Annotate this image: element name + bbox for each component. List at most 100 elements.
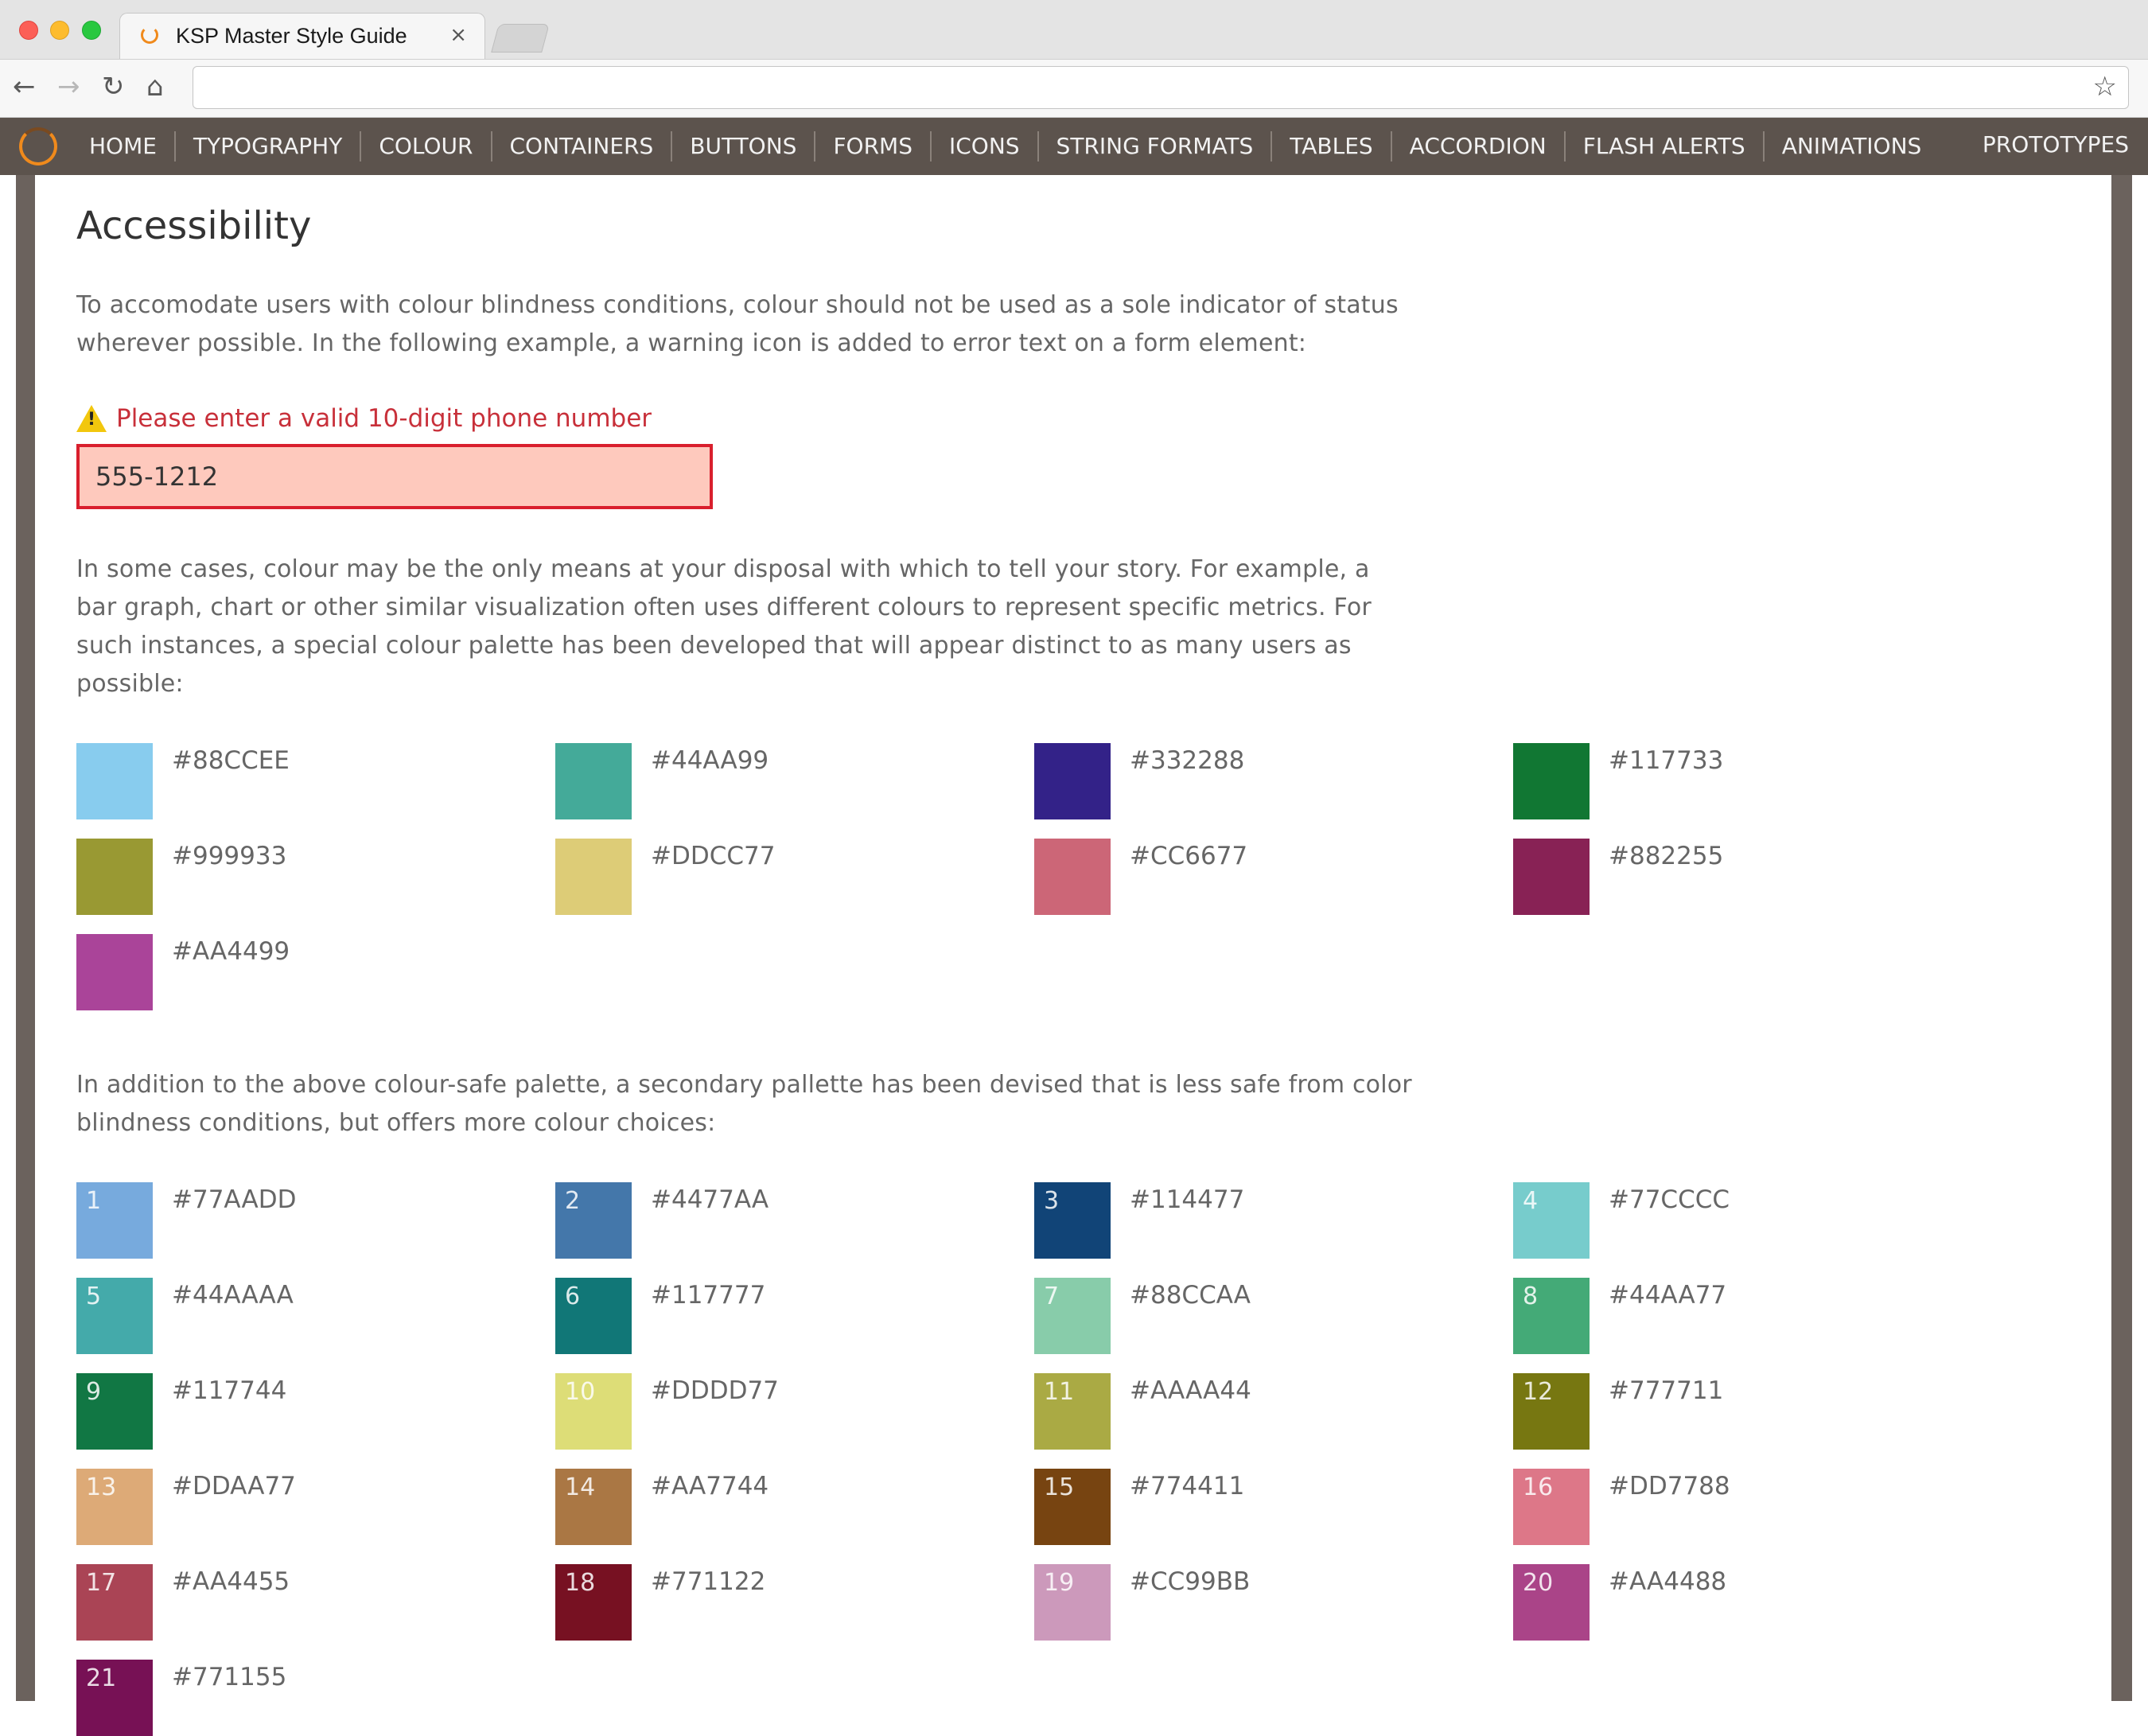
swatch-hex-label: #117777: [651, 1281, 766, 1310]
browser-tab-active[interactable]: KSP Master Style Guide ×: [119, 13, 485, 59]
swatch-number: 6: [565, 1283, 581, 1310]
nav-item-string-formats[interactable]: STRING FORMATS: [1039, 131, 1273, 162]
colour-swatch: #332288: [1034, 743, 1513, 819]
colour-swatch: #DDCC77: [555, 839, 1034, 915]
nav-item-home[interactable]: HOME: [72, 131, 176, 162]
home-icon[interactable]: ⌂: [146, 69, 164, 104]
colour-swatch: 9 #117744: [76, 1373, 555, 1450]
phone-number-input[interactable]: [76, 444, 713, 509]
swatch-number: 13: [86, 1473, 117, 1501]
swatch-hex-label: #77AADD: [172, 1185, 297, 1214]
colour-chip: 11: [1034, 1373, 1111, 1450]
reload-icon[interactable]: ↻: [102, 69, 125, 104]
nav-item-flash-alerts[interactable]: FLASH ALERTS: [1566, 131, 1765, 162]
colour-swatch: 10 #DDDD77: [555, 1373, 1034, 1450]
colour-swatch: #882255: [1513, 839, 1992, 915]
tab-title: KSP Master Style Guide: [176, 24, 407, 48]
nav-item-accordion[interactable]: ACCORDION: [1392, 131, 1566, 162]
swatch-hex-label: #771122: [651, 1567, 766, 1596]
swatch-number: 16: [1523, 1473, 1554, 1501]
colour-chip: [1513, 839, 1590, 915]
colour-swatch: 16 #DD7788: [1513, 1469, 1992, 1545]
swatch-hex-label: #999933: [172, 842, 287, 870]
colour-chip: 10: [555, 1373, 632, 1450]
colour-swatch: #117733: [1513, 743, 1992, 819]
colour-chip: 15: [1034, 1469, 1111, 1545]
nav-item-forms[interactable]: FORMS: [815, 131, 932, 162]
swatch-hex-label: #771155: [172, 1663, 287, 1691]
swatch-hex-label: #DDAA77: [172, 1472, 296, 1501]
swatch-number: 20: [1523, 1569, 1554, 1597]
swatch-number: 18: [565, 1569, 596, 1597]
colour-chip: 18: [555, 1564, 632, 1641]
nav-item-buttons[interactable]: BUTTONS: [672, 131, 816, 162]
page-margin-left: [0, 175, 16, 1701]
colour-swatch: #88CCEE: [76, 743, 555, 819]
swatch-hex-label: #88CCAA: [1130, 1281, 1251, 1310]
swatch-hex-label: #AA7744: [651, 1472, 769, 1501]
error-message-text: Please enter a valid 10-digit phone numb…: [116, 404, 652, 433]
browser-toolbar: ← → ↻ ⌂ ☆: [0, 60, 2148, 118]
swatch-number: 17: [86, 1569, 117, 1597]
swatch-hex-label: #4477AA: [651, 1185, 769, 1214]
colour-swatch: #CC6677: [1034, 839, 1513, 915]
maximize-window-button[interactable]: [82, 21, 101, 40]
swatch-hex-label: #77CCCC: [1609, 1185, 1730, 1214]
colour-swatch: 2 #4477AA: [555, 1182, 1034, 1259]
forward-arrow-icon[interactable]: →: [57, 69, 80, 104]
colour-swatch: 14 #AA7744: [555, 1469, 1034, 1545]
address-bar[interactable]: ☆: [193, 66, 2129, 109]
tab-close-icon[interactable]: ×: [449, 23, 467, 47]
colour-chip: 6: [555, 1278, 632, 1354]
nav-item-containers[interactable]: CONTAINERS: [492, 131, 673, 162]
swatch-hex-label: #88CCEE: [172, 746, 290, 775]
colour-chip: 19: [1034, 1564, 1111, 1641]
minimize-window-button[interactable]: [50, 21, 69, 40]
nav-item-animations[interactable]: ANIMATIONS: [1765, 131, 1940, 162]
colour-swatch: 6 #117777: [555, 1278, 1034, 1354]
swatch-hex-label: #117733: [1609, 746, 1724, 775]
site-navigation: HOME TYPOGRAPHY COLOUR CONTAINERS BUTTONS FOR…: [0, 118, 2148, 175]
colour-chip: [1034, 743, 1111, 819]
favicon-icon: [141, 26, 158, 44]
swatch-number: 8: [1523, 1283, 1539, 1310]
colour-swatch: 5 #44AAAA: [76, 1278, 555, 1354]
colour-swatch: 8 #44AA77: [1513, 1278, 1992, 1354]
swatch-number: 9: [86, 1378, 102, 1406]
nav-item-typography[interactable]: TYPOGRAPHY: [176, 131, 362, 162]
close-window-button[interactable]: [19, 21, 38, 40]
page-frame-right: [2111, 175, 2132, 1701]
swatch-number: 15: [1044, 1473, 1075, 1501]
bookmark-star-icon[interactable]: ☆: [2093, 71, 2117, 103]
nav-item-colour[interactable]: COLOUR: [361, 131, 492, 162]
swatch-number: 21: [86, 1664, 117, 1692]
swatch-number: 12: [1523, 1378, 1554, 1406]
swatch-hex-label: #CC6677: [1130, 842, 1248, 870]
page-title: Accessibility: [76, 204, 312, 248]
secondary-palette-paragraph: In addition to the above colour-safe pal…: [76, 1071, 1412, 1137]
swatch-hex-label: #882255: [1609, 842, 1724, 870]
swatch-hex-label: #AA4499: [172, 937, 290, 966]
intro-paragraph: To accomodate users with colour blindnes…: [76, 291, 1399, 357]
colour-swatch: 15 #774411: [1034, 1469, 1513, 1545]
colour-chip: 4: [1513, 1182, 1590, 1259]
site-logo-icon[interactable]: [19, 127, 57, 165]
colour-chip: 5: [76, 1278, 153, 1354]
back-arrow-icon[interactable]: ←: [13, 69, 36, 104]
colour-swatch: 17 #AA4455: [76, 1564, 555, 1641]
colour-chip: 7: [1034, 1278, 1111, 1354]
colour-chip: [1513, 743, 1590, 819]
colour-swatch: 7 #88CCAA: [1034, 1278, 1513, 1354]
nav-item-icons[interactable]: ICONS: [932, 131, 1039, 162]
swatch-hex-label: #117744: [172, 1376, 287, 1405]
swatch-number: 5: [86, 1283, 102, 1310]
nav-item-tables[interactable]: TABLES: [1272, 131, 1392, 162]
colour-chip: [76, 934, 153, 1010]
colour-chip: [555, 839, 632, 915]
swatch-number: 2: [565, 1187, 581, 1215]
nav-item-prototypes[interactable]: PROTOTYPES: [1983, 131, 2129, 158]
new-tab-button[interactable]: [491, 24, 550, 53]
colour-swatch: 13 #DDAA77: [76, 1469, 555, 1545]
colour-chip: 3: [1034, 1182, 1111, 1259]
colour-chip: 13: [76, 1469, 153, 1545]
